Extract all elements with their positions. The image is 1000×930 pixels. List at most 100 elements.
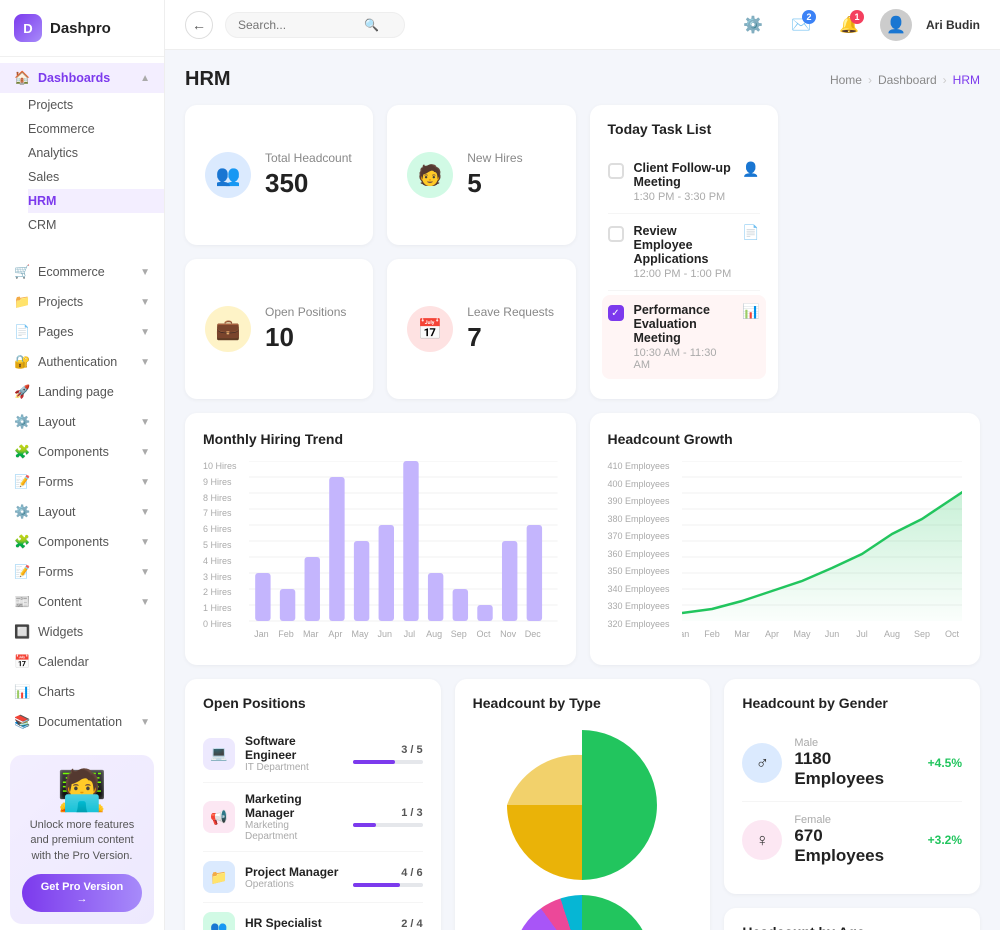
components2-icon: 🧩 (14, 534, 30, 550)
page-header: HRM Home › Dashboard › HRM (185, 68, 980, 91)
documentation-label: Documentation (38, 715, 122, 729)
open-positions-card: Open Positions 💻 Software Engineer IT De… (185, 679, 441, 930)
sidebar-promo: 🧑‍💻 Unlock more features and premium con… (10, 755, 154, 924)
landing-label: Landing page (38, 385, 114, 399)
new-hires-value: 5 (467, 168, 522, 199)
position-icon-2: 📁 (203, 861, 235, 893)
task-icon-2: 📄 (742, 224, 759, 241)
mail-button[interactable]: ✉️ 2 (784, 8, 818, 42)
task-time-1: 1:30 PM - 3:30 PM (634, 191, 733, 203)
headcount-label: Total Headcount (265, 151, 352, 165)
analytics-sub-label: Analytics (28, 146, 78, 160)
stat-leave-requests: 📅 Leave Requests 7 (387, 259, 575, 399)
headcount-by-type-card: Headcount by Type (455, 679, 711, 930)
forms-chevron: ▼ (140, 477, 150, 488)
task-check-1[interactable] (608, 163, 624, 179)
open-positions-value: 10 (265, 322, 346, 353)
svg-text:Oct: Oct (944, 629, 959, 639)
sidebar-item-ecommerce[interactable]: 🛒 Ecommerce ▼ (0, 257, 164, 287)
sidebar-logo: D Dashpro (0, 0, 164, 57)
headcount-icon: 👥 (205, 152, 251, 198)
svg-text:Jul: Jul (404, 629, 416, 639)
sidebar-item-projects-sub[interactable]: Projects (28, 93, 164, 117)
new-hires-label: New Hires (467, 151, 522, 165)
content-area: HRM Home › Dashboard › HRM 👥 Total Headc… (165, 50, 1000, 930)
headcount-growth-title: Headcount Growth (608, 431, 963, 447)
svg-text:Mar: Mar (303, 629, 319, 639)
task-check-2[interactable] (608, 226, 624, 242)
sidebar-item-pages[interactable]: 📄 Pages ▼ (0, 317, 164, 347)
position-item-0: 💻 Software Engineer IT Department 3 / 5 (203, 725, 423, 783)
sidebar-item-components2[interactable]: 🧩 Components ▼ (0, 527, 164, 557)
logo-text: Dashpro (50, 20, 111, 37)
position-item-1: 📢 Marketing Manager Marketing Department… (203, 783, 423, 852)
sidebar-item-documentation[interactable]: 📚 Documentation ▼ (0, 707, 164, 737)
components2-chevron: ▼ (140, 537, 150, 548)
ecommerce-sub-label: Ecommerce (28, 122, 95, 136)
page-title: HRM (185, 68, 231, 91)
breadcrumb-home[interactable]: Home (830, 73, 862, 87)
sidebar-item-content[interactable]: 📰 Content ▼ (0, 587, 164, 617)
dashboards-chevron: ▲ (140, 73, 150, 84)
search-box[interactable]: 🔍 (225, 12, 405, 38)
sidebar-item-charts[interactable]: 📊 Charts (0, 677, 164, 707)
components-icon: 🧩 (14, 444, 30, 460)
notification-button[interactable]: 🔔 1 (832, 8, 866, 42)
task-item-2: Review Employee Applications 12:00 PM - … (608, 214, 760, 291)
area-chart-svg: Jan Feb Mar Apr May Jun Jul Aug Sep Oct … (682, 461, 963, 651)
task-time-3: 10:30 AM - 11:30 AM (634, 347, 733, 371)
sidebar-item-hrm-sub[interactable]: HRM (28, 189, 164, 213)
sidebar-item-layout2[interactable]: ⚙️ Layout ▼ (0, 497, 164, 527)
sidebar-item-analytics-sub[interactable]: Analytics (28, 141, 164, 165)
stat-headcount: 👥 Total Headcount 350 (185, 105, 373, 245)
female-icon: ♀ (742, 820, 782, 860)
sales-sub-label: Sales (28, 170, 59, 184)
authentication-icon: 🔐 (14, 354, 30, 370)
position-icon-1: 📢 (203, 801, 235, 833)
open-positions-label: Open Positions (265, 305, 346, 319)
bottom-data-row: Open Positions 💻 Software Engineer IT De… (185, 679, 980, 930)
sidebar-item-layout[interactable]: ⚙️ Layout ▼ (0, 407, 164, 437)
calendar-label: Calendar (38, 655, 89, 669)
components-chevron: ▼ (140, 447, 150, 458)
task-card: Today Task List Client Follow-up Meeting… (590, 105, 778, 399)
gender-male: ♂ Male 1180 Employees +4.5% (742, 725, 962, 802)
monthly-hiring-title: Monthly Hiring Trend (203, 431, 558, 447)
sidebar-item-authentication[interactable]: 🔐 Authentication ▼ (0, 347, 164, 377)
sidebar-item-crm-sub[interactable]: CRM (28, 213, 164, 237)
search-input[interactable] (238, 18, 358, 32)
headcount-growth-chart: Headcount Growth 410 Employees 400 Emplo… (590, 413, 981, 665)
svg-text:Sep: Sep (451, 629, 467, 639)
layout2-chevron: ▼ (140, 507, 150, 518)
forms-label: Forms (38, 475, 73, 489)
sidebar-item-ecommerce-sub[interactable]: Ecommerce (28, 117, 164, 141)
headcount-type-title: Headcount by Type (473, 695, 693, 711)
notification-badge: 1 (850, 10, 864, 24)
dashboards-label: Dashboards (38, 71, 110, 85)
back-button[interactable]: ← (185, 11, 213, 39)
task-check-3[interactable]: ✓ (608, 305, 624, 321)
projects-label: Projects (38, 295, 83, 309)
crm-sub-label: CRM (28, 218, 56, 232)
task-item-1: Client Follow-up Meeting 1:30 PM - 3:30 … (608, 151, 760, 214)
sidebar-item-forms2[interactable]: 📝 Forms ▼ (0, 557, 164, 587)
task-title: Today Task List (608, 121, 760, 137)
projects-chevron: ▼ (140, 297, 150, 308)
landing-icon: 🚀 (14, 384, 30, 400)
forms2-chevron: ▼ (140, 567, 150, 578)
get-pro-button[interactable]: Get Pro Version → (22, 874, 142, 912)
sidebar-item-widgets[interactable]: 🔲 Widgets (0, 617, 164, 647)
calendar-icon: 📅 (14, 654, 30, 670)
sidebar-item-sales-sub[interactable]: Sales (28, 165, 164, 189)
sidebar-item-projects[interactable]: 📁 Projects ▼ (0, 287, 164, 317)
sidebar-item-calendar[interactable]: 📅 Calendar (0, 647, 164, 677)
sidebar-item-dashboards[interactable]: 🏠 Dashboards ▲ (0, 63, 164, 93)
sidebar-item-components[interactable]: 🧩 Components ▼ (0, 437, 164, 467)
sidebar-item-forms[interactable]: 📝 Forms ▼ (0, 467, 164, 497)
layout2-label: Layout (38, 505, 76, 519)
sidebar-item-landing-page[interactable]: 🚀 Landing page (0, 377, 164, 407)
main-area: ← 🔍 ⚙️ ✉️ 2 🔔 1 👤 Ari Budin HRM (165, 0, 1000, 930)
settings-button[interactable]: ⚙️ (736, 8, 770, 42)
svg-text:Sep: Sep (913, 629, 929, 639)
breadcrumb-dashboard[interactable]: Dashboard (878, 73, 937, 87)
